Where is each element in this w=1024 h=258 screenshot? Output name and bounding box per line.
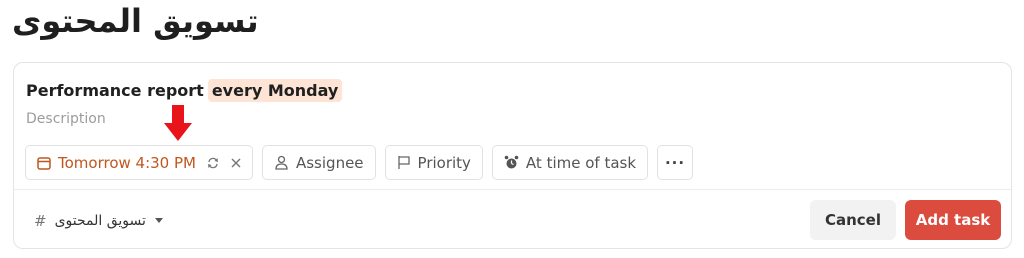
caret-down-icon xyxy=(154,213,164,229)
project-hash: # xyxy=(34,212,47,230)
description-field[interactable]: Description xyxy=(26,111,106,127)
assignee-label: Assignee xyxy=(295,153,364,172)
task-name-text: Performance report xyxy=(26,80,204,100)
due-date-chip[interactable]: Tomorrow 4:30 PM xyxy=(25,145,253,180)
due-date-label: Tomorrow 4:30 PM xyxy=(58,153,196,172)
project-name: تسويق المحتوى xyxy=(54,213,146,229)
card-divider xyxy=(14,189,1011,190)
assignee-chip[interactable]: Assignee xyxy=(261,145,376,180)
recurrence-highlight: every Monday xyxy=(207,78,343,102)
repeat-icon[interactable] xyxy=(206,156,220,170)
flag-icon xyxy=(397,155,411,170)
add-task-button[interactable]: Add task xyxy=(905,200,1001,240)
task-name-field[interactable]: Performance report every Monday xyxy=(26,77,343,103)
alarm-icon xyxy=(504,155,519,170)
close-icon[interactable] xyxy=(230,157,242,169)
page-title: تسويق المحتوى xyxy=(12,2,259,40)
cancel-button[interactable]: Cancel xyxy=(810,200,896,240)
reminder-chip[interactable]: At time of task xyxy=(491,145,649,180)
calendar-icon xyxy=(37,156,51,170)
task-editor-card: Performance report every Monday Descript… xyxy=(13,62,1012,249)
task-chips-bar: Tomorrow 4:30 PM Assignee Priority At ti… xyxy=(25,145,694,180)
more-options-button[interactable]: ··· xyxy=(657,145,694,180)
person-icon xyxy=(274,155,289,170)
priority-label: Priority xyxy=(417,153,471,172)
priority-chip[interactable]: Priority xyxy=(384,145,483,180)
red-arrow-annotation xyxy=(164,105,192,141)
reminder-label: At time of task xyxy=(525,153,637,172)
project-selector[interactable]: # تسويق المحتوى xyxy=(34,209,164,233)
